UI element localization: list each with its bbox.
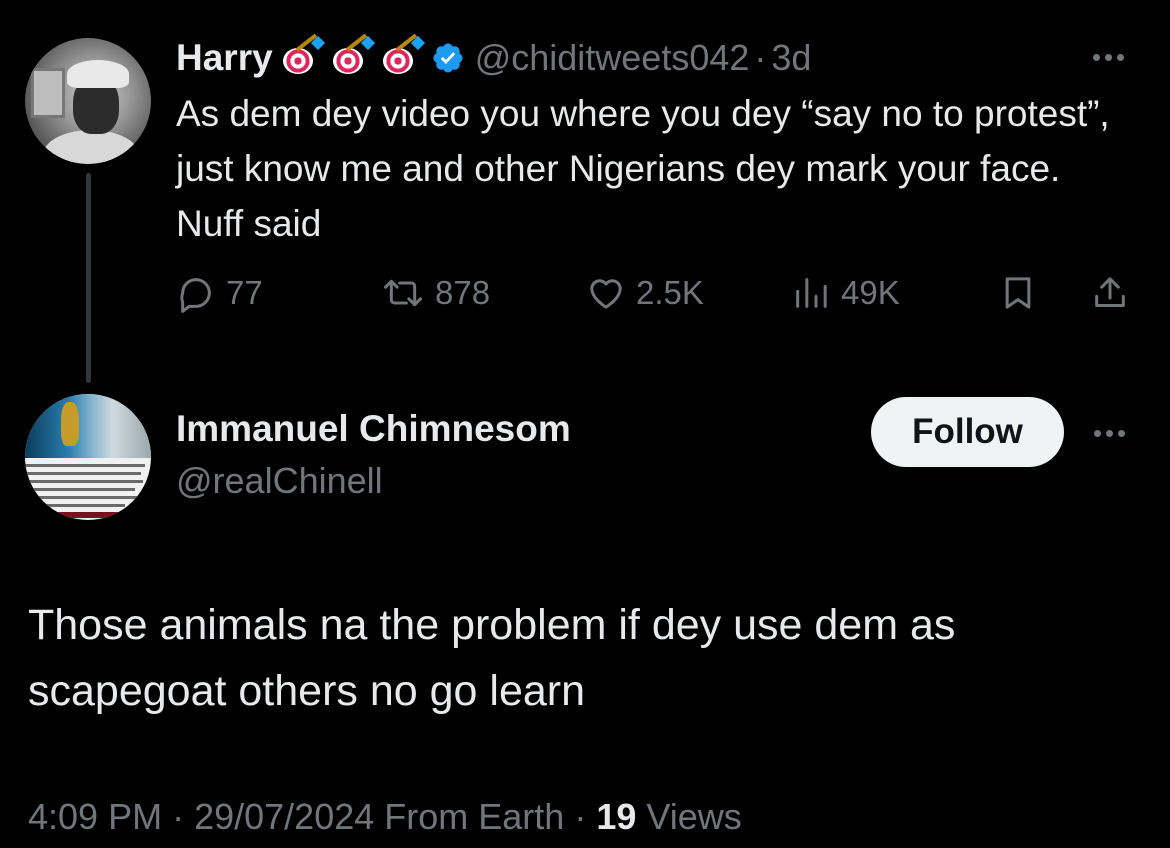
avatar-text-line [25, 488, 135, 491]
reply-count: 77 [226, 274, 263, 311]
tweet-time[interactable]: 4:09 PM [28, 796, 162, 837]
avatar-photo [25, 394, 151, 458]
more-options-icon[interactable] [1094, 430, 1125, 437]
retweet-button[interactable]: 878 [381, 268, 490, 318]
direct-hit-dart-icon [329, 33, 375, 78]
bookmark-button[interactable] [998, 268, 1038, 318]
parent-handle[interactable]: @chiditweets042 [475, 37, 750, 79]
avatar-red-stripe [25, 512, 151, 518]
direct-hit-dart-icon [379, 33, 425, 78]
views-button[interactable]: 49K [791, 268, 900, 318]
avatar-text-line [25, 504, 125, 507]
tweet-date[interactable]: 29/07/2024 [194, 796, 374, 837]
parent-timestamp[interactable]: 3d [771, 37, 811, 79]
avatar-shirt [43, 130, 139, 164]
reply-icon [180, 278, 211, 313]
verified-badge-icon[interactable] [431, 41, 465, 75]
tweet-detail-view: Harry @chiditweets042 · 3d As dem dey vi… [0, 0, 1170, 848]
direct-hit-dart-icon [279, 33, 325, 78]
share-button[interactable] [1090, 268, 1130, 318]
reply-handle[interactable]: @realChinell [176, 460, 383, 502]
like-count: 2.5K [636, 274, 704, 311]
parent-tweet-text: As dem dey video you where you dey “say … [176, 93, 1110, 244]
immanuel-avatar[interactable] [25, 394, 151, 520]
like-button[interactable]: 2.5K [586, 268, 704, 318]
retweet-icon [384, 279, 422, 307]
parent-tweet-header: Harry @chiditweets042 · 3d [176, 33, 811, 80]
avatar-diver-figure [61, 402, 79, 446]
tweet-source: From Earth [374, 796, 565, 837]
heart-icon [590, 279, 622, 309]
avatar-cap [67, 60, 129, 88]
retweet-count: 878 [435, 274, 491, 311]
follow-button[interactable]: Follow [871, 397, 1064, 467]
avatar-background-window [31, 68, 65, 118]
tweet-metadata: 4:09 PM · 29/07/2024 From Earth · 19 Vie… [28, 796, 742, 838]
avatar-text-line [25, 496, 139, 499]
thread-connector-line [86, 173, 91, 383]
more-options-icon[interactable] [1093, 54, 1124, 61]
bookmark-icon [1005, 277, 1031, 309]
harry-avatar[interactable] [25, 38, 151, 164]
avatar-text-line [25, 464, 145, 467]
analytics-bars-icon [796, 278, 827, 308]
avatar-text-line [25, 472, 141, 475]
share-icon [1095, 277, 1125, 307]
meta-separator: · [564, 796, 597, 837]
parent-display-name[interactable]: Harry [176, 37, 273, 79]
reply-views-count[interactable]: 19 [596, 796, 636, 837]
reply-views-label: Views [636, 796, 742, 837]
avatar-text-line [25, 480, 143, 483]
reply-tweet-text: Those animals na the problem if dey use … [28, 601, 956, 715]
reply-display-name[interactable]: Immanuel Chimnesom [176, 408, 571, 450]
tweet-action-bar: 77 878 2.5K 49K [176, 268, 1138, 318]
reply-button[interactable]: 77 [176, 268, 263, 318]
views-count: 49K [841, 274, 900, 311]
header-separator: · [754, 37, 767, 78]
meta-separator: · [162, 796, 195, 837]
